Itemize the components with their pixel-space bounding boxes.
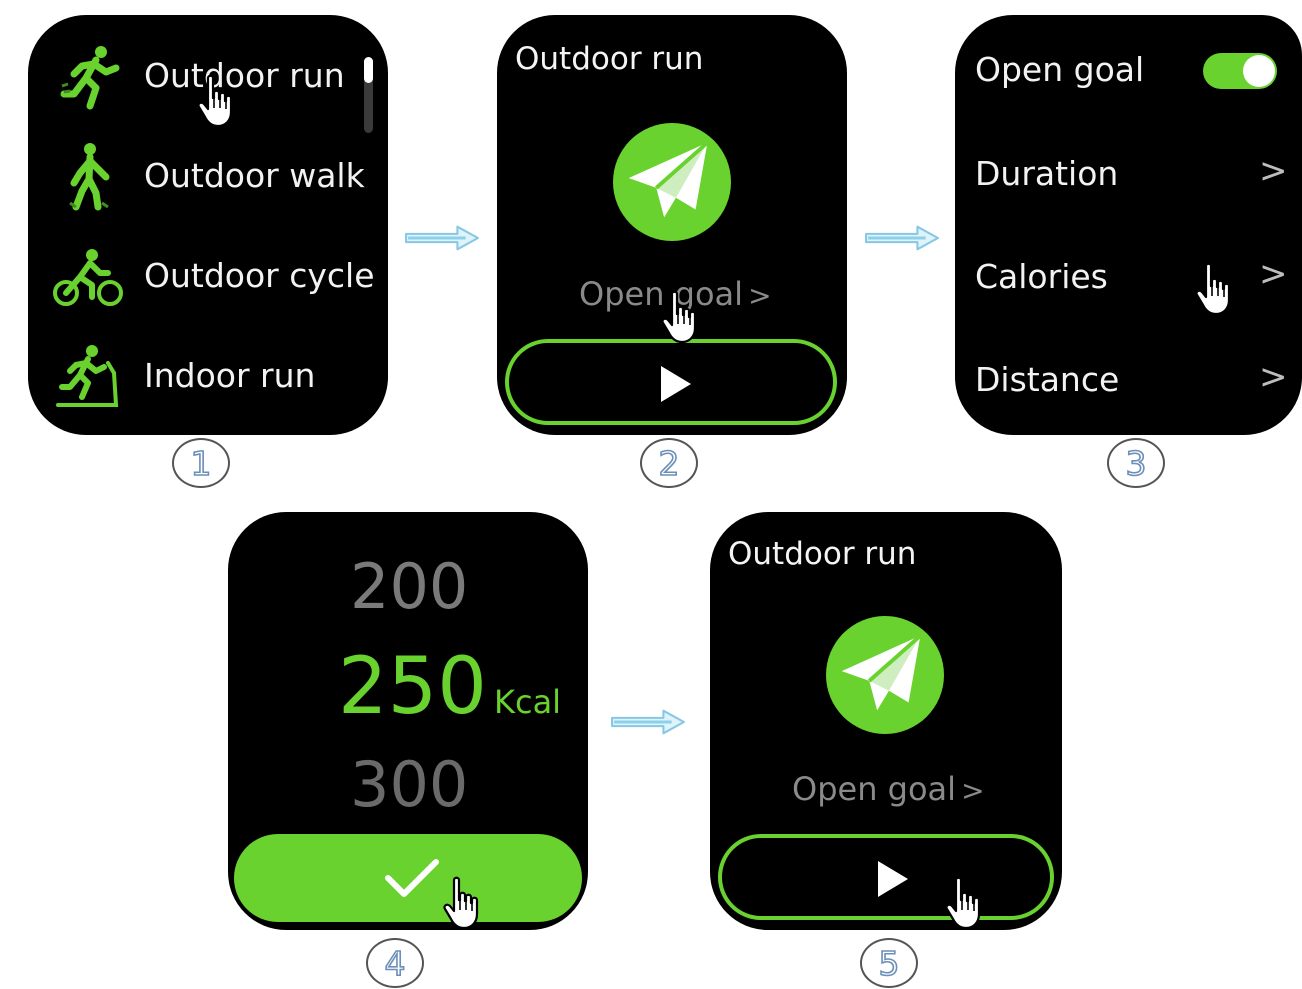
start-button[interactable] (718, 834, 1054, 920)
step-number-badge: 4 (366, 938, 424, 988)
step-number-badge: 1 (172, 438, 230, 488)
watch-screen-goal-settings: Open goal Duration > Calories > Distance… (955, 15, 1302, 435)
list-item-label: Outdoor walk (144, 156, 365, 195)
chevron-right-icon: > (961, 774, 985, 807)
list-item-label: Outdoor cycle (144, 256, 375, 295)
play-icon (878, 861, 908, 897)
chevron-right-icon: > (1259, 151, 1288, 191)
cycling-icon (53, 249, 123, 306)
toggle-switch[interactable] (1203, 53, 1277, 89)
open-goal-link[interactable]: Open goal > (792, 770, 985, 808)
scrollbar-track[interactable] (364, 57, 373, 133)
checkmark-icon (385, 859, 439, 897)
selected-value: 250 (338, 642, 487, 732)
toggle-label: Open goal (975, 50, 1145, 89)
paper-plane-icon (826, 616, 944, 734)
unit-label: Kcal (493, 683, 562, 721)
menu-item-label: Calories (975, 257, 1108, 296)
picker-value-prev[interactable]: 200 (350, 550, 468, 623)
list-item-label: Indoor run (144, 356, 316, 395)
menu-item-label: Duration (975, 154, 1119, 193)
watch-screen-calorie-picker: 200 250 Kcal 300 (228, 512, 588, 930)
scrollbar-thumb[interactable] (364, 57, 373, 83)
watch-screen-workout-start: Outdoor run Open goal > (497, 15, 847, 435)
play-icon (661, 366, 691, 402)
start-button[interactable] (505, 339, 837, 425)
open-goal-toggle-row[interactable]: Open goal (955, 43, 1302, 103)
chevron-right-icon: > (1259, 254, 1288, 294)
chevron-right-icon: > (748, 279, 772, 312)
tap-hand-icon (196, 74, 238, 130)
list-item-indoor-run[interactable]: Indoor run (48, 339, 368, 415)
running-icon (60, 46, 120, 110)
flow-arrow-icon (404, 224, 480, 252)
toggle-knob (1243, 55, 1275, 87)
step-number-badge: 5 (860, 938, 918, 988)
menu-item-distance[interactable]: Distance > (955, 353, 1302, 409)
tap-hand-icon (660, 290, 702, 346)
open-goal-label: Open goal (792, 770, 957, 808)
flow-arrow-icon (610, 708, 686, 736)
tap-hand-icon (442, 876, 484, 932)
picker-value-selected[interactable]: 250 Kcal (338, 642, 561, 732)
menu-item-calories[interactable]: Calories > (955, 250, 1302, 306)
watch-screen-workout-start-goal-set: Outdoor run Open goal > (710, 512, 1062, 930)
treadmill-icon (56, 345, 119, 407)
screen-title: Outdoor run (515, 41, 704, 77)
tap-hand-icon (1194, 262, 1236, 318)
step-number-badge: 3 (1107, 438, 1165, 488)
workout-icon (826, 616, 944, 734)
paper-plane-icon (613, 123, 731, 241)
menu-item-duration[interactable]: Duration > (955, 147, 1302, 203)
flow-arrow-icon (864, 224, 940, 252)
confirm-button[interactable] (234, 834, 582, 922)
screen-title: Outdoor run (728, 536, 917, 572)
list-item-outdoor-cycle[interactable]: Outdoor cycle (48, 239, 375, 315)
tap-hand-icon (944, 876, 986, 932)
walking-icon (69, 143, 110, 211)
step-number-badge: 2 (640, 438, 698, 488)
list-item-label: Outdoor run (144, 56, 345, 95)
menu-item-label: Distance (975, 360, 1120, 399)
workout-icon (613, 123, 731, 241)
chevron-right-icon: > (1259, 357, 1288, 397)
list-item-outdoor-walk[interactable]: Outdoor walk (48, 139, 368, 215)
picker-value-next[interactable]: 300 (350, 748, 468, 821)
